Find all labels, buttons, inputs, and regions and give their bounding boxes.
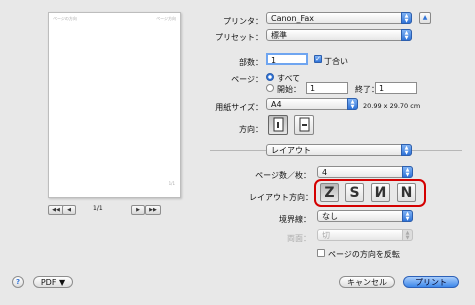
layout-direction-n-button[interactable]: N	[397, 183, 416, 202]
layout-direction-s-button[interactable]: S	[345, 183, 364, 202]
preset-popup[interactable]: 標準 ▲ ▼	[266, 29, 412, 41]
two-sided-label: 両面：	[287, 234, 311, 243]
pages-from-input[interactable]: 1	[306, 82, 348, 94]
layout-direction-label: レイアウト方向：	[249, 193, 313, 202]
collate-label: 丁合い	[324, 57, 348, 66]
help-button[interactable]: ?	[12, 276, 24, 288]
portrait-icon	[273, 117, 284, 132]
preview-header-right: ページ方向	[156, 16, 176, 21]
pages-per-sheet-label: ページ数／枚：	[255, 171, 311, 180]
pages-range-radio[interactable]	[266, 84, 274, 92]
reverse-orientation-checkbox[interactable]	[317, 249, 325, 257]
preset-value: 標準	[271, 31, 287, 40]
panel-value: レイアウト	[271, 146, 311, 155]
preset-label: プリセット：	[215, 33, 263, 42]
paper-size-label: 用紙サイズ：	[215, 103, 263, 112]
printer-info-button[interactable]: ▲	[419, 12, 431, 24]
printer-value: Canon_Fax	[271, 14, 315, 23]
pages-per-sheet-popup[interactable]: 4 ▲ ▼	[317, 166, 413, 178]
two-sided-popup[interactable]: 切 ▲ ▼	[317, 229, 413, 241]
pages-per-sheet-value: 4	[322, 168, 328, 177]
popup-arrows-icon: ▲ ▼	[402, 229, 413, 241]
popup-arrows-icon: ▲ ▼	[402, 166, 413, 178]
pages-from-label: 開始：	[277, 85, 301, 94]
popup-arrows-icon: ▲ ▼	[402, 210, 413, 222]
page-preview: ページの方向 ページ方向 1/1	[48, 12, 181, 198]
printer-popup[interactable]: Canon_Fax ▲ ▼	[266, 12, 412, 24]
landscape-button[interactable]	[294, 115, 314, 135]
preview-header-left: ページの方向	[53, 16, 77, 21]
previous-page-button[interactable]: ◀	[62, 205, 76, 215]
next-page-button[interactable]: ▶	[131, 205, 145, 215]
popup-arrows-icon: ▲ ▼	[401, 12, 412, 24]
collate-checkbox[interactable]: ✓	[314, 55, 322, 63]
pdf-menu-button[interactable]: PDF ▼	[33, 276, 73, 288]
paper-dimensions: 20.99 x 29.70 cm	[363, 102, 421, 110]
border-label: 境界線：	[279, 215, 311, 224]
panel-popup[interactable]: レイアウト ▲ ▼	[266, 144, 412, 156]
last-page-button[interactable]: ▶▶	[145, 205, 161, 215]
copies-label: 部数：	[239, 58, 263, 67]
layout-direction-z-button[interactable]: Z	[320, 183, 339, 202]
print-button[interactable]: プリント	[403, 276, 459, 288]
layout-direction-reverse-n-button[interactable]: И	[371, 183, 390, 202]
border-value: なし	[322, 212, 338, 221]
pages-all-radio[interactable]	[266, 73, 274, 81]
pages-label: ページ：	[231, 75, 263, 84]
two-sided-value: 切	[322, 231, 330, 240]
landscape-icon	[299, 117, 310, 132]
popup-arrows-icon: ▲ ▼	[401, 29, 412, 41]
pages-all-label: すべて	[277, 74, 301, 83]
pages-to-input[interactable]: 1	[375, 82, 417, 94]
popup-arrows-icon: ▲ ▼	[347, 98, 358, 110]
orientation-label: 方向：	[239, 125, 263, 134]
reverse-orientation-label: ページの方向を反転	[328, 250, 400, 259]
printer-label: プリンタ：	[223, 17, 263, 26]
copies-input[interactable]: 1	[266, 53, 308, 65]
border-popup[interactable]: なし ▲ ▼	[317, 210, 413, 222]
popup-arrows-icon: ▲ ▼	[401, 144, 412, 156]
paper-size-value: A4	[271, 100, 282, 109]
cancel-button[interactable]: キャンセル	[339, 276, 395, 288]
page-counter: 1/1	[93, 205, 103, 212]
preview-footer: 1/1	[168, 181, 175, 186]
paper-size-popup[interactable]: A4 ▲ ▼	[266, 98, 358, 110]
portrait-button[interactable]	[268, 115, 288, 135]
